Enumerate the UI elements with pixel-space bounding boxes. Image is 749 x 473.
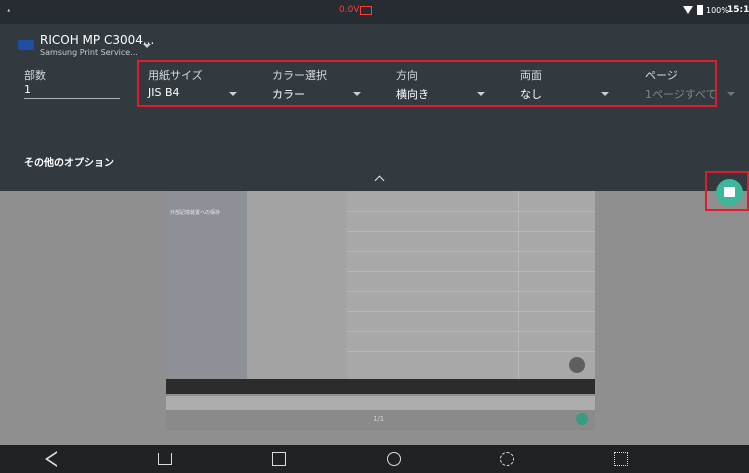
browser-globe-icon[interactable] (387, 452, 401, 466)
options-highlight-box (137, 60, 717, 107)
preview-area: 外部記憶装置への保存 1/1 (0, 191, 749, 445)
collapse-chevron-icon[interactable] (374, 175, 385, 186)
battery-percent: 100% (706, 6, 729, 15)
status-bar: ˔ 0.0V 100% 15:15 (0, 0, 749, 24)
usb-icon: ˔ (6, 4, 12, 17)
preview-navbar (166, 379, 595, 394)
printer-name[interactable]: RICOH MP C3004... (40, 33, 154, 47)
copies-label: 部数 (24, 69, 46, 82)
preview-scroll-down-icon (569, 357, 585, 373)
preview-print-icon (576, 413, 588, 425)
page-indicator: 1/1 (373, 415, 385, 423)
system-nav-bar (0, 445, 749, 473)
print-button[interactable] (716, 179, 743, 206)
battery-icon (697, 5, 703, 15)
preview-sidebar-item: 外部記憶装置への保存 (170, 210, 221, 216)
recent-apps-icon[interactable] (272, 452, 286, 466)
printer-icon (724, 187, 735, 197)
clock: 15:15 (727, 5, 749, 15)
home-icon[interactable] (158, 453, 172, 465)
more-options-link[interactable]: その他のオプション (24, 154, 114, 169)
wifi-icon (683, 6, 693, 14)
printer-service: Samsung Print Service... (40, 48, 138, 57)
preview-table (347, 191, 595, 379)
samsung-logo-icon (18, 40, 34, 50)
pages-dropdown-icon (727, 92, 735, 96)
print-options-panel: RICOH MP C3004... Samsung Print Service.… (0, 24, 749, 191)
settings-gear-icon[interactable] (500, 452, 514, 466)
battery-warning-icon (360, 6, 372, 15)
preview-footer: 1/1 (166, 410, 595, 430)
printer-dropdown-icon[interactable] (143, 44, 151, 48)
copies-underline (24, 98, 120, 99)
screenshot-icon[interactable] (614, 452, 628, 466)
copies-input[interactable]: 1 (24, 83, 31, 96)
preview-sidebar: 外部記憶装置への保存 (166, 191, 247, 379)
preview-page: 外部記憶装置への保存 (166, 191, 595, 379)
voltage-text: 0.0V (339, 5, 360, 15)
